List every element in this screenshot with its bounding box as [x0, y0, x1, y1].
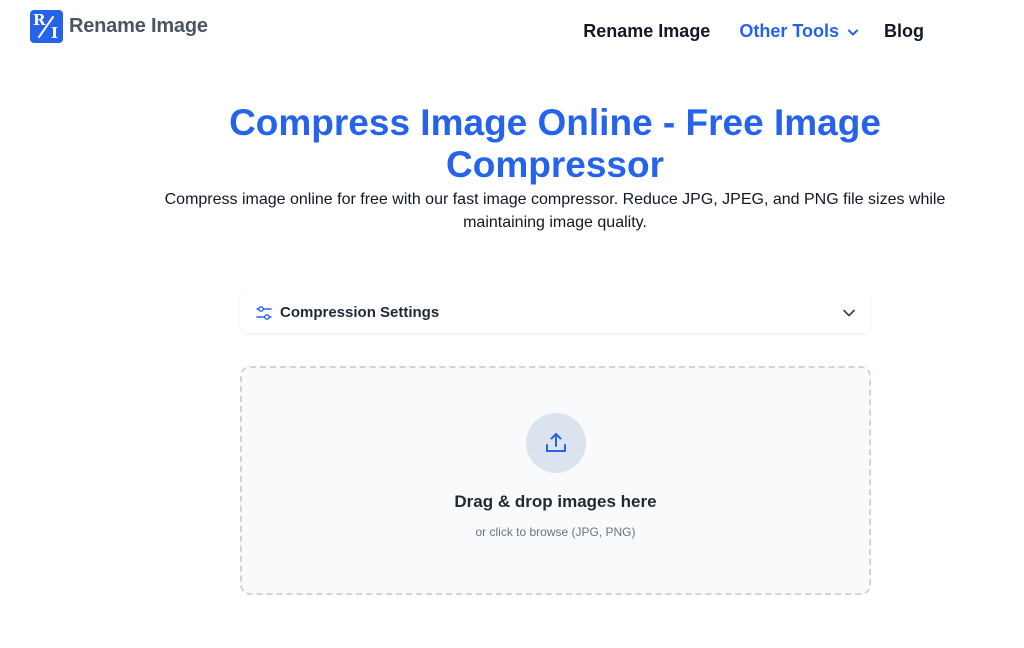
upload-dropzone[interactable]: Drag & drop images here or click to brow…	[240, 366, 871, 595]
logo-mark-i: I	[50, 24, 58, 42]
nav-blog[interactable]: Blog	[884, 21, 924, 42]
dropzone-title: Drag & drop images here	[454, 492, 657, 511]
page-subtitle: Compress image online for free with our …	[164, 191, 946, 231]
top-nav: Rename Image Other Tools Blog	[583, 21, 924, 42]
compression-settings-label: Compression Settings	[280, 304, 440, 321]
nav-rename-image[interactable]: Rename Image	[583, 21, 710, 42]
logo[interactable]: R I Rename Image	[30, 10, 208, 43]
compression-settings-toggle[interactable]: Compression Settings	[240, 292, 871, 333]
sliders-icon	[256, 305, 272, 320]
page-title: Compress Image Online - Free Image Compr…	[229, 102, 881, 185]
upload-icon-circle	[526, 413, 586, 473]
chevron-down-icon	[848, 29, 858, 35]
chevron-down-icon	[843, 309, 855, 316]
dropzone-subtitle: or click to browse (JPG, PNG)	[475, 525, 636, 539]
nav-other-tools[interactable]: Other Tools	[739, 21, 858, 42]
upload-icon	[546, 433, 566, 452]
logo-text: Rename Image	[69, 15, 208, 37]
nav-other-tools-label: Other Tools	[739, 21, 839, 41]
logo-icon: R I	[30, 10, 63, 43]
